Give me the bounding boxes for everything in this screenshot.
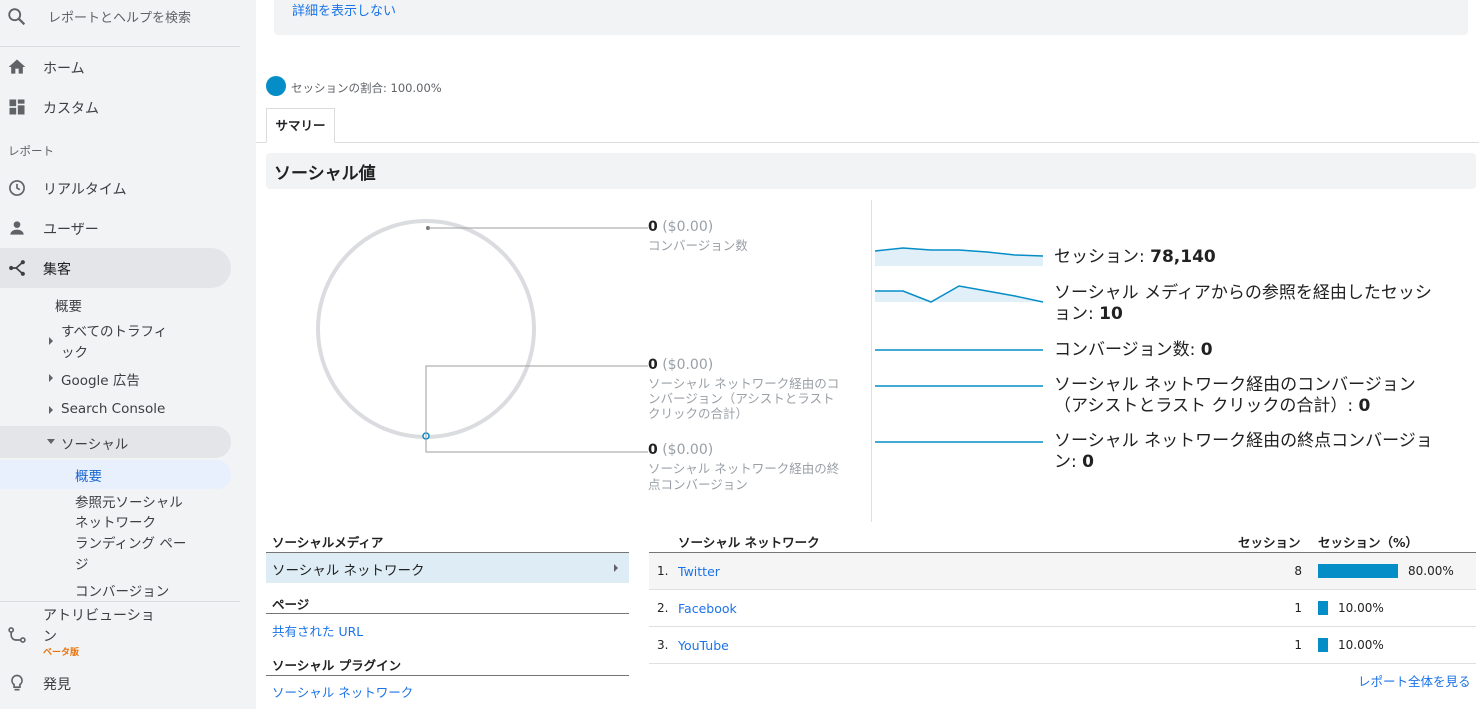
conversion-money-1: ($0.00) [662, 219, 714, 235]
conversion-count-3: 0 [648, 442, 658, 458]
chevron-right-icon [614, 564, 618, 572]
row-sessions: 1 [1294, 638, 1302, 652]
conversion-count-2: 0 [648, 357, 658, 373]
conversion-value-1: 0 ($0.00) [648, 219, 713, 235]
page-header: ページ [272, 597, 310, 612]
row-number: 2. [657, 601, 669, 615]
conversion-money-2: ($0.00) [662, 357, 714, 373]
metric-social-referrals: ソーシャル メディアからの参照を経由したセッシ ョン: 10 [1054, 283, 1432, 325]
row-pct: 10.00% [1338, 601, 1384, 615]
conversion-value-2: 0 ($0.00) [648, 357, 713, 373]
plugin-network-link[interactable]: ソーシャル ネットワーク [272, 682, 413, 701]
col-sessions-pct[interactable]: セッション（%） [1318, 532, 1418, 551]
row-number: 1. [657, 564, 669, 578]
metric-conversions-label: コンバージョン数: [1054, 340, 1201, 360]
sessions-pct-bar [1318, 564, 1398, 578]
metric-conversions: コンバージョン数: 0 [1054, 340, 1213, 361]
conversion-label-3b: 点コンバージョン [648, 477, 748, 492]
sessions-pct-bar [1318, 638, 1328, 652]
shared-url-link[interactable]: 共有された URL [272, 621, 363, 640]
metric-last-click-value: 0 [1082, 452, 1094, 472]
row-sessions: 1 [1294, 601, 1302, 615]
social-plugin-header: ソーシャル プラグイン [272, 658, 402, 673]
conversion-label-3: ソーシャル ネットワーク経由の終 [648, 461, 840, 476]
metric-assisted-label-2: （アシストとラスト クリックの合計）: [1054, 396, 1359, 416]
row-pct: 80.00% [1408, 564, 1454, 578]
conversion-label-2b: ンバージョン（アシストとラスト [648, 391, 835, 406]
divider [266, 613, 629, 614]
metric-assisted-label-1: ソーシャル ネットワーク経由のコンバージョン [1054, 375, 1416, 395]
row-number: 3. [657, 638, 669, 652]
metric-sessions: セッション: 78,140 [1054, 247, 1216, 268]
social-media-header: ソーシャルメディア [272, 535, 384, 550]
metric-sessions-value: 78,140 [1150, 247, 1216, 267]
metric-last-click-line-2: ン: 0 [1054, 452, 1433, 473]
social-network-link[interactable]: ソーシャル ネットワーク [272, 559, 425, 579]
metric-conversions-value: 0 [1200, 340, 1213, 360]
network-link[interactable]: Facebook [678, 601, 737, 616]
metric-sessions-label: セッション: [1054, 247, 1151, 267]
metric-assisted-conversions: ソーシャル ネットワーク経由のコンバージョン （アシストとラスト クリックの合計… [1054, 375, 1416, 417]
metric-referrals-value: 10 [1099, 304, 1123, 324]
vertical-divider [871, 200, 872, 522]
row-pct: 10.00% [1338, 638, 1384, 652]
divider [266, 675, 629, 676]
metric-referrals-label-1: ソーシャル メディアからの参照を経由したセッシ [1054, 283, 1432, 303]
conversion-count-1: 0 [648, 219, 658, 235]
row-sessions: 8 [1294, 564, 1302, 578]
view-full-report-link[interactable]: レポート全体を見る [1358, 671, 1471, 690]
network-link[interactable]: YouTube [678, 638, 729, 653]
row-divider [649, 663, 1476, 664]
metric-assisted-line-2: （アシストとラスト クリックの合計）: 0 [1054, 396, 1416, 417]
connector-line-2 [425, 365, 648, 436]
network-link[interactable]: Twitter [678, 564, 720, 579]
conversion-label-2c: クリックの合計） [648, 406, 749, 421]
sparkline-referrals-area [875, 286, 1043, 302]
conversion-label-2: ソーシャル ネットワーク経由のコ [648, 376, 840, 391]
col-sessions[interactable]: セッション [1238, 532, 1301, 551]
metric-last-click-label-2: ン: [1054, 452, 1083, 472]
metric-assisted-value: 0 [1358, 396, 1371, 416]
col-social-network[interactable]: ソーシャル ネットワーク [678, 532, 820, 551]
metric-last-click-label-1: ソーシャル ネットワーク経由の終点コンバージョ [1054, 431, 1433, 451]
metric-referrals-label-2: ョン: [1054, 304, 1100, 324]
metric-last-click-conversions: ソーシャル ネットワーク経由の終点コンバージョ ン: 0 [1054, 431, 1433, 473]
conversion-value-3: 0 ($0.00) [648, 442, 713, 458]
conversion-label-1: コンバージョン数 [648, 238, 748, 253]
sessions-pct-bar [1318, 601, 1328, 615]
conversion-money-3: ($0.00) [662, 442, 714, 458]
metric-referrals-line-2: ョン: 10 [1054, 304, 1432, 325]
connector-line-3 [425, 436, 648, 453]
